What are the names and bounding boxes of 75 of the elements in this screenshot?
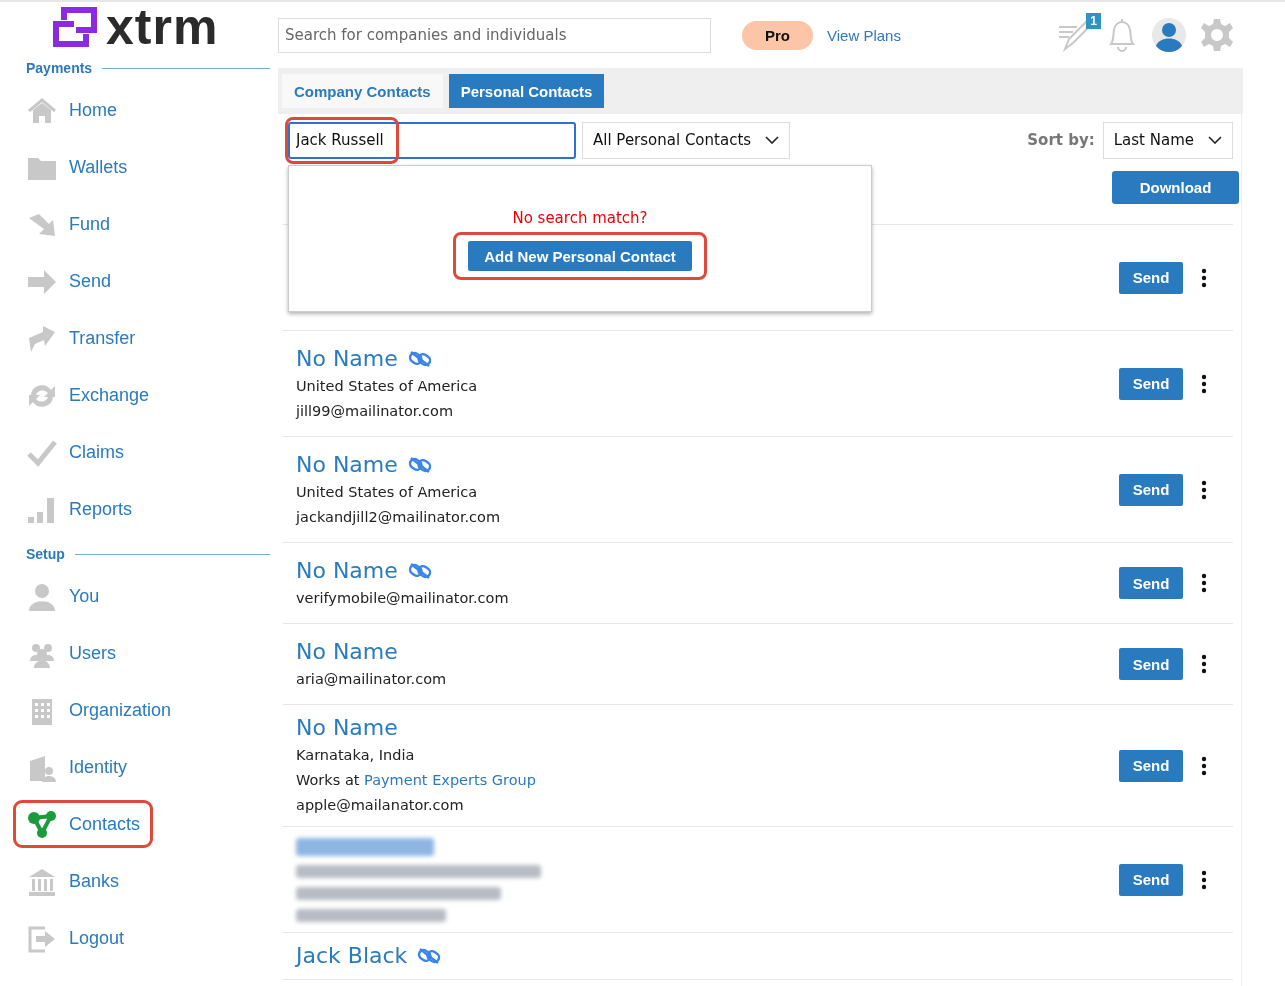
chevron-down-icon [1208,136,1222,144]
sidebar-item[interactable]: Send [26,253,122,310]
section-title: Setup [26,546,65,562]
contact-detail: United States of America [296,376,479,396]
contact-detail: jackandjill2@mailinator.com [296,507,502,527]
sort-dropdown[interactable]: Last Name [1102,121,1233,159]
contact-detail: Karnataka, India [296,746,416,765]
send-button[interactable]: Send [1119,567,1183,599]
send-button[interactable]: Send [1119,749,1183,782]
send-button[interactable]: Send [1119,261,1183,294]
link-icon [407,455,432,474]
sidebar-item[interactable]: Users [26,625,126,682]
sidebar-item[interactable]: Identity [26,739,138,796]
more-options-icon[interactable] [1201,267,1207,288]
home-icon [27,95,57,126]
category-dropdown[interactable]: All Personal Contacts [582,121,791,159]
sidebar-item[interactable]: Claims [26,424,134,481]
contact-detail: aria@mailinator.com [296,669,448,689]
no-match-message: No search match? [512,209,648,227]
contact-name[interactable]: No Name [296,713,398,743]
download-button[interactable]: Download [1112,171,1239,204]
more-options-icon[interactable] [1201,654,1207,674]
arrow-icon [27,323,57,354]
link-icon [417,947,442,965]
sidebar-item[interactable]: Transfer [26,310,146,367]
sidebar-item[interactable]: Banks [26,853,130,910]
contact-detail: verifymobile@mailinator.com [296,588,510,608]
contact-name[interactable]: Jack Black [296,941,408,971]
sidebar-item[interactable]: Contacts [16,803,151,845]
more-options-icon[interactable] [1201,755,1207,776]
plan-badge: Pro [742,20,813,50]
person-icon [27,581,57,612]
contact-name[interactable]: No Name [296,555,398,586]
send-button[interactable]: Send [1119,473,1183,506]
contact-detail: Works at [296,772,360,788]
notification-badge: 1 [1086,13,1101,29]
section-title: Payments [26,60,93,76]
more-options-icon[interactable] [1201,573,1207,593]
send-button[interactable]: Send [1119,367,1183,400]
more-options-icon[interactable] [1201,373,1207,394]
contact-name[interactable]: No Name [296,449,398,480]
logo-icon [50,4,100,50]
settings-icon [1199,17,1235,53]
sidebar-item[interactable]: Reports [26,481,143,538]
contact-name[interactable]: No Name [296,636,398,667]
link-icon [407,349,432,368]
sidebar-item[interactable]: Exchange [26,367,160,424]
sidebar-item[interactable]: You [26,568,110,625]
bank-icon [27,866,57,897]
more-options-icon[interactable] [1201,869,1207,890]
logo-wordmark: xtrm [106,2,219,52]
company-link[interactable]: Payment Experts Group [364,772,536,788]
link-icon [407,561,432,580]
contact-search-field[interactable]: Jack Russell [288,121,576,159]
send-button[interactable]: Send [1119,648,1183,680]
chevron-down-icon [765,136,780,144]
send-button[interactable]: Send [1119,863,1183,896]
connected-dots-icon [27,809,57,839]
add-contact-button[interactable]: Add New Personal Contact [468,241,692,271]
contact-detail: apple@mailanator.com [296,796,465,815]
sidebar-item[interactable]: Home [26,82,127,139]
tab[interactable]: Personal Contacts [448,74,605,108]
view-plans-link[interactable]: View Plans [827,26,901,44]
contact-detail: jill99@mailinator.com [296,401,454,421]
contact-detail: United States of America [296,482,479,502]
sidebar-item[interactable]: Wallets [26,139,138,196]
more-options-icon[interactable] [1201,479,1207,500]
avatar-icon [1151,17,1187,53]
tab[interactable]: Company Contacts [282,74,443,108]
sidebar-item[interactable]: Fund [26,196,121,253]
sidebar-item[interactable]: Logout [26,910,135,967]
contact-name[interactable]: No Name [296,343,398,374]
sidebar-item[interactable]: Organization [26,682,182,739]
search-field[interactable]: Search for companies and individuals [278,17,711,53]
sort-label: Sort by: [1027,131,1095,149]
